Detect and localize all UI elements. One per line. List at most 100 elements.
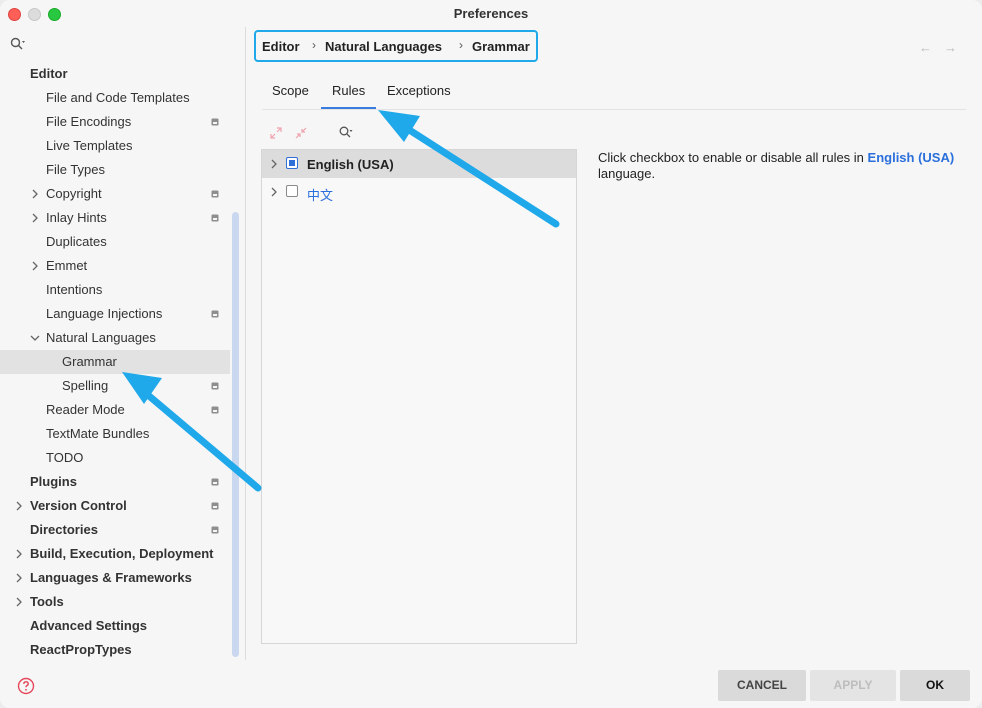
project-settings-icon bbox=[211, 526, 219, 534]
tab-rules[interactable]: Rules bbox=[332, 83, 365, 105]
preferences-window: Preferences Editor File and Code Template… bbox=[0, 0, 982, 708]
sidebar-item[interactable]: Reader Mode bbox=[0, 398, 230, 422]
chevron-right-icon: › bbox=[312, 38, 316, 52]
ok-button[interactable]: OK bbox=[900, 670, 970, 701]
chevron-right-icon: › bbox=[459, 38, 463, 52]
active-tab-indicator bbox=[321, 107, 376, 109]
sidebar-item-label: Live Templates bbox=[46, 138, 133, 153]
chevron-right-icon[interactable] bbox=[30, 213, 40, 223]
expand-all-icon[interactable] bbox=[269, 126, 283, 140]
title-bar: Preferences bbox=[0, 0, 982, 27]
sidebar-item-label: Spelling bbox=[62, 378, 109, 393]
rule-label-chinese: 中文 bbox=[307, 188, 334, 203]
sidebar-item-label: Copyright bbox=[46, 186, 102, 201]
sidebar-item[interactable]: Languages & Frameworks bbox=[0, 566, 230, 590]
sidebar-item-label: File Encodings bbox=[46, 114, 132, 129]
chevron-down-icon[interactable] bbox=[30, 333, 40, 343]
forward-arrow-icon[interactable]: → bbox=[944, 40, 957, 55]
sidebar-divider bbox=[245, 27, 246, 660]
sidebar-item-label: Tools bbox=[30, 594, 64, 609]
sidebar-item[interactable]: Grammar bbox=[0, 350, 230, 374]
sidebar-item[interactable]: TODO bbox=[0, 446, 230, 470]
chevron-right-icon[interactable] bbox=[14, 501, 24, 511]
sidebar-item-label: Languages & Frameworks bbox=[30, 570, 192, 585]
project-settings-icon bbox=[211, 502, 219, 510]
cancel-button[interactable]: CANCEL bbox=[718, 670, 806, 701]
sidebar-item-label: Build, Execution, Deployment bbox=[30, 546, 214, 561]
window-title: Preferences bbox=[453, 6, 529, 21]
chevron-right-icon[interactable] bbox=[270, 187, 278, 197]
chevron-right-icon[interactable] bbox=[30, 189, 40, 199]
sidebar-item[interactable]: File Types bbox=[0, 158, 230, 182]
sidebar-item[interactable]: Tools bbox=[0, 590, 230, 614]
rule-label-english: English (USA) bbox=[307, 157, 394, 172]
sidebar-item-label: Plugins bbox=[30, 474, 77, 489]
sidebar-item-label: File and Code Templates bbox=[46, 90, 190, 105]
sidebar-item[interactable]: Plugins bbox=[0, 470, 230, 494]
sidebar-item[interactable]: File and Code Templates bbox=[0, 86, 230, 110]
sidebar-item[interactable]: Intentions bbox=[0, 278, 230, 302]
collapse-all-icon[interactable] bbox=[294, 126, 308, 140]
sidebar-item-label: Intentions bbox=[46, 282, 103, 297]
sidebar-item[interactable]: TextMate Bundles bbox=[0, 422, 230, 446]
sidebar-item[interactable]: Directories bbox=[0, 518, 230, 542]
search-icon[interactable] bbox=[339, 126, 353, 140]
english-checkbox[interactable] bbox=[286, 157, 298, 169]
sidebar-item[interactable]: Editor bbox=[0, 62, 230, 86]
sidebar-item-label: TODO bbox=[46, 450, 84, 465]
sidebar-item[interactable]: Emmet bbox=[0, 254, 230, 278]
sidebar-item-label: Grammar bbox=[62, 354, 117, 369]
sidebar-item-label: Version Control bbox=[30, 498, 127, 513]
sidebar-item[interactable]: Natural Languages bbox=[0, 326, 230, 350]
sidebar-item[interactable]: Spelling bbox=[0, 374, 230, 398]
sidebar-item-label: Directories bbox=[30, 522, 98, 537]
sidebar-item-label: TextMate Bundles bbox=[46, 426, 150, 441]
sidebar-item[interactable]: Inlay Hints bbox=[0, 206, 230, 230]
sidebar-item[interactable]: Advanced Settings bbox=[0, 614, 230, 638]
search-icon[interactable] bbox=[10, 37, 26, 51]
sidebar-item-label: Editor bbox=[30, 66, 68, 81]
settings-sidebar: Editor File and Code Templates File Encodi… bbox=[0, 27, 245, 708]
sidebar-scrollbar[interactable] bbox=[232, 212, 239, 657]
project-settings-icon bbox=[211, 190, 219, 198]
sidebar-item[interactable]: Build, Execution, Deployment bbox=[0, 542, 230, 566]
project-settings-icon bbox=[211, 310, 219, 318]
sidebar-item-label: Emmet bbox=[46, 258, 88, 273]
apply-button[interactable]: APPLY bbox=[810, 670, 896, 701]
sidebar-item-label: Duplicates bbox=[46, 234, 107, 249]
tab-scope[interactable]: Scope bbox=[272, 83, 309, 105]
description-text-end: language. bbox=[598, 166, 656, 181]
back-arrow-icon[interactable]: ← bbox=[919, 40, 932, 55]
breadcrumb-grammar: Grammar bbox=[472, 39, 530, 54]
breadcrumb-editor[interactable]: Editor bbox=[262, 39, 300, 54]
project-settings-icon bbox=[211, 382, 219, 390]
sidebar-item[interactable]: Duplicates bbox=[0, 230, 230, 254]
breadcrumb-natural-languages[interactable]: Natural Languages bbox=[325, 39, 442, 54]
sidebar-item[interactable]: ReactPropTypes bbox=[0, 638, 230, 662]
chevron-right-icon[interactable] bbox=[14, 597, 24, 607]
breadcrumb: Editor › Natural Languages › Grammar bbox=[254, 30, 538, 62]
rule-row-chinese[interactable]: 中文 bbox=[262, 178, 576, 206]
sidebar-item[interactable]: Language Injections bbox=[0, 302, 230, 326]
sidebar-item[interactable]: Live Templates bbox=[0, 134, 230, 158]
sidebar-item[interactable]: File Encodings bbox=[0, 110, 230, 134]
sidebar-item[interactable]: Copyright bbox=[0, 182, 230, 206]
chevron-right-icon[interactable] bbox=[30, 261, 40, 271]
chinese-checkbox[interactable] bbox=[286, 185, 298, 197]
sidebar-item-label: Natural Languages bbox=[46, 330, 156, 345]
sidebar-item[interactable]: Version Control bbox=[0, 494, 230, 518]
sidebar-item-label: File Types bbox=[46, 162, 106, 177]
project-settings-icon bbox=[211, 406, 219, 414]
tabs-separator bbox=[262, 109, 966, 110]
project-settings-icon bbox=[211, 478, 219, 486]
sidebar-item-label: Advanced Settings bbox=[30, 618, 148, 633]
chevron-right-icon[interactable] bbox=[14, 573, 24, 583]
project-settings-icon bbox=[211, 214, 219, 222]
description-language-link[interactable]: English (USA) bbox=[868, 150, 955, 165]
chevron-right-icon[interactable] bbox=[270, 159, 278, 169]
tab-exceptions[interactable]: Exceptions bbox=[387, 83, 451, 105]
rules-tree-panel: English (USA) 中文 bbox=[261, 149, 577, 644]
rule-row-english[interactable]: English (USA) bbox=[262, 150, 576, 178]
chevron-right-icon[interactable] bbox=[14, 549, 24, 559]
help-icon[interactable] bbox=[17, 677, 35, 695]
